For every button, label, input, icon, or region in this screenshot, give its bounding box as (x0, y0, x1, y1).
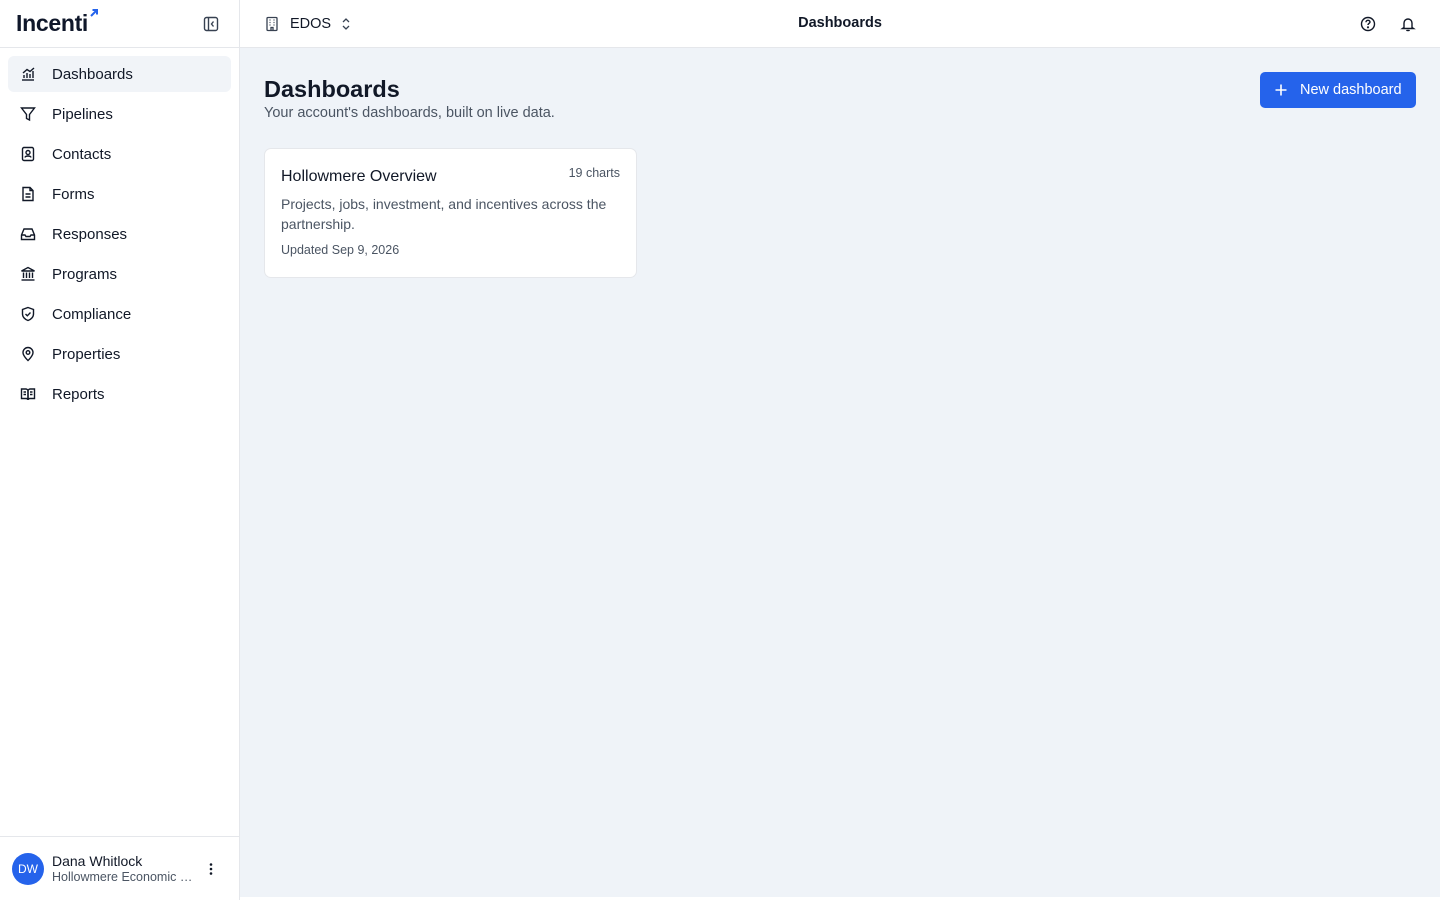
dashboard-chart-count: 19 charts (568, 166, 620, 180)
dashboard-card-description: Projects, jobs, investment, and incentiv… (281, 196, 607, 232)
contact-book-icon (20, 146, 36, 162)
dashboard-card[interactable]: Hollowmere Overview 19 charts Projects, … (264, 148, 637, 278)
sidebar: Incenti Dashboards Pipelines Contacts Fo… (0, 0, 240, 900)
help-circle-icon (1360, 16, 1376, 32)
sidebar-item-label: Dashboards (52, 65, 133, 83)
collapse-sidebar-button[interactable] (199, 12, 223, 36)
topbar: EDOS Dashboards (240, 0, 1440, 48)
filter-icon (20, 106, 36, 122)
sidebar-item-label: Pipelines (52, 105, 113, 123)
logo-arrow-icon (90, 9, 99, 17)
sidebar-item-label: Contacts (52, 145, 112, 163)
avatar: DW (12, 852, 44, 885)
sidebar-item-dashboards[interactable]: Dashboards (8, 56, 231, 92)
help-button[interactable] (1356, 12, 1380, 36)
shield-check-icon (20, 306, 36, 322)
open-book-icon (20, 386, 36, 402)
user-info: Dana Whitlock Hollowmere Economic Develo… (52, 853, 196, 885)
chart-icon (20, 66, 36, 82)
new-dashboard-label: New dashboard (1300, 82, 1402, 98)
page-title: Dashboards (264, 76, 400, 102)
sidebar-item-properties[interactable]: Properties (8, 336, 231, 372)
sidebar-item-label: Properties (52, 345, 121, 363)
new-dashboard-button[interactable]: New dashboard (1260, 72, 1416, 108)
sidebar-item-pipelines[interactable]: Pipelines (8, 96, 231, 132)
sidebar-item-label: Forms (52, 185, 95, 203)
topbar-actions (1340, 12, 1420, 36)
sidebar-nav: Dashboards Pipelines Contacts Forms Resp… (0, 48, 239, 424)
dashboard-card-updated: Updated Sep 9, 2026 (281, 243, 400, 257)
sidebar-item-contacts[interactable]: Contacts (8, 136, 231, 172)
page-subtitle: Your account's dashboards, built on live… (264, 105, 555, 121)
plus-icon (1275, 84, 1287, 96)
user-org: Hollowmere Economic Development Organiza… (52, 869, 196, 884)
main-content: Dashboards Your account's dashboards, bu… (240, 48, 1440, 897)
sidebar-item-reports[interactable]: Reports (8, 376, 231, 412)
sidebar-item-responses[interactable]: Responses (8, 216, 231, 252)
sidebar-item-label: Responses (52, 225, 128, 243)
sidebar-item-compliance[interactable]: Compliance (8, 296, 231, 332)
topbar-title: Dashboards (798, 15, 882, 31)
map-pin-icon (20, 346, 36, 362)
logo-text: Incenti (16, 10, 89, 36)
document-icon (20, 186, 36, 202)
logo[interactable]: Incenti (16, 9, 99, 36)
bank-icon (20, 266, 36, 282)
brand-bar: Incenti (0, 0, 239, 48)
notifications-button[interactable] (1396, 12, 1420, 36)
user-name: Dana Whitlock (52, 852, 143, 869)
sidebar-item-label: Compliance (52, 305, 132, 323)
sidebar-item-programs[interactable]: Programs (8, 256, 231, 292)
user-menu-button[interactable] (199, 857, 223, 881)
sidebar-item-label: Programs (52, 265, 118, 283)
user-profile[interactable]: DW Dana Whitlock Hollowmere Economic Dev… (0, 836, 239, 900)
more-vertical-icon (209, 862, 213, 875)
sidebar-item-forms[interactable]: Forms (8, 176, 231, 212)
bell-icon (1400, 18, 1416, 32)
inbox-icon (20, 226, 36, 242)
sidebar-collapse-icon (203, 16, 219, 31)
sidebar-item-label: Reports (52, 385, 105, 403)
